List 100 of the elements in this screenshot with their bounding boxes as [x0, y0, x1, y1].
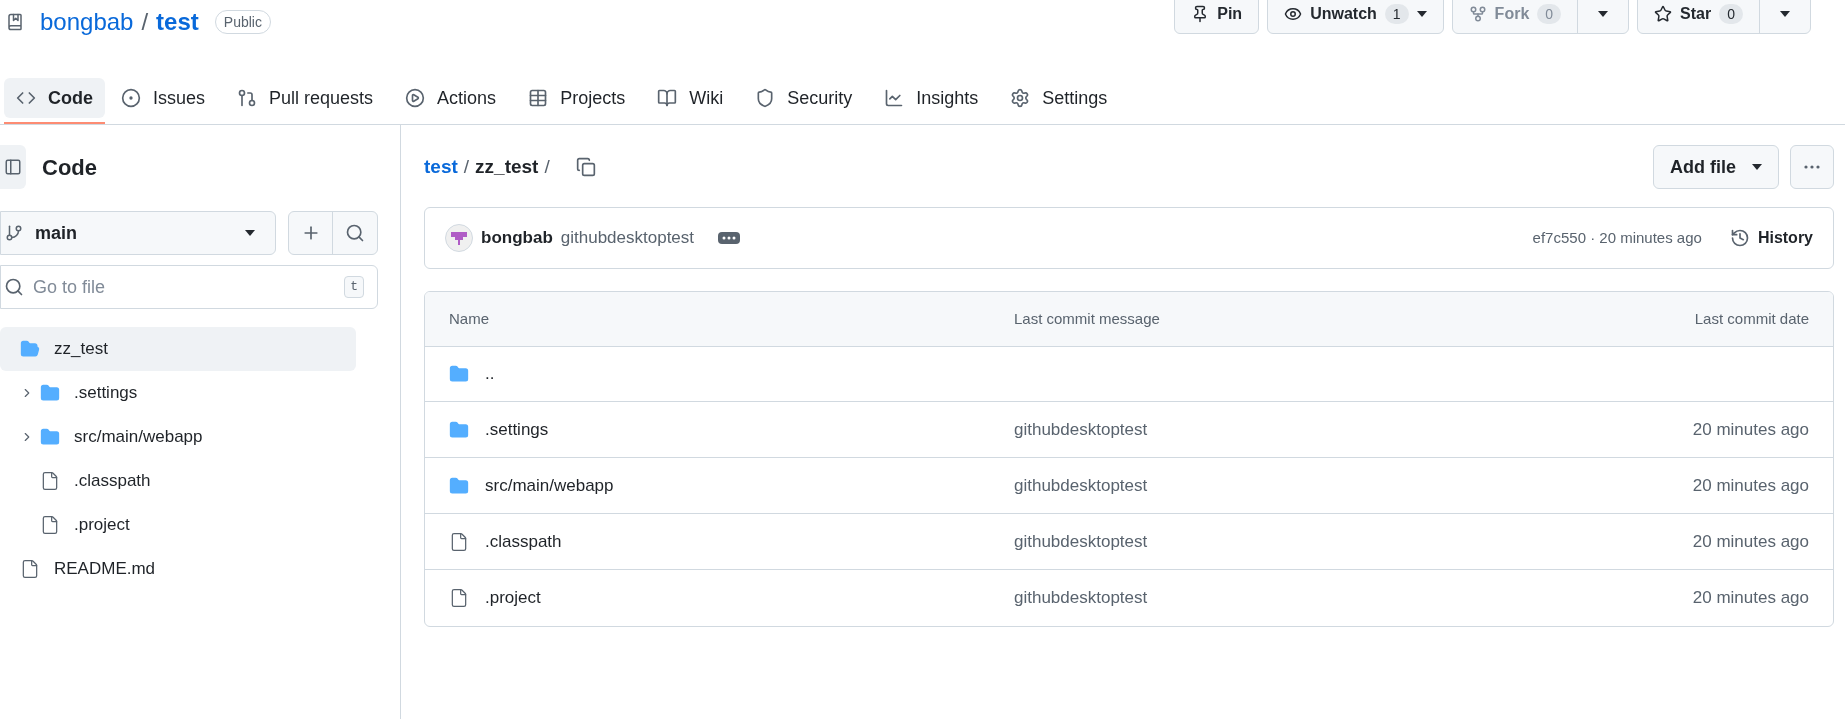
repo-tab[interactable]: Wiki: [641, 74, 740, 124]
folder-icon: [449, 475, 469, 496]
search-icon: [345, 223, 365, 243]
commit-date: 20 minutes ago: [1692, 418, 1809, 441]
ellipsis-icon: [1804, 165, 1820, 169]
repo-tab[interactable]: Security: [739, 74, 869, 124]
repo-tab[interactable]: Projects: [512, 74, 642, 124]
branch-name: main: [35, 221, 77, 245]
tab-label: Actions: [437, 86, 497, 110]
breadcrumb-current: zz_test: [475, 154, 539, 179]
counter: 1: [1384, 4, 1409, 24]
branch-select[interactable]: main: [0, 211, 276, 255]
tab-label: Code: [48, 86, 93, 110]
file-icon: [20, 559, 40, 579]
parent-directory-link[interactable]: ..: [485, 361, 495, 387]
counter: 0: [1537, 4, 1562, 24]
shield-icon: [755, 88, 776, 108]
breadcrumb-link[interactable]: test: [424, 152, 458, 182]
tab-label: Projects: [560, 86, 626, 110]
column-header: Last commit date: [1694, 308, 1809, 329]
file-name: .settings: [74, 382, 138, 405]
history-icon: [1729, 228, 1750, 248]
panel-icon: [4, 158, 22, 176]
repo-action-button[interactable]: Pin: [1174, 0, 1260, 34]
caret-icon: [1780, 11, 1790, 17]
file-tree-item[interactable]: .classpath: [0, 459, 356, 503]
repo-tab[interactable]: Settings: [994, 74, 1124, 124]
repo-tab[interactable]: Issues: [105, 74, 222, 124]
tab-label: Security: [787, 86, 853, 110]
tab-label: Insights: [916, 86, 979, 110]
fork-icon: [1468, 5, 1487, 23]
tab-label: Settings: [1042, 86, 1108, 110]
file-icon: [449, 588, 469, 608]
repo-tab[interactable]: Pull requests: [221, 74, 390, 124]
repo-tab[interactable]: Insights: [868, 74, 995, 124]
collapse-sidebar-button[interactable]: [0, 145, 26, 189]
folder-icon: [40, 427, 60, 447]
repo-owner-link[interactable]: bongbab: [40, 4, 134, 40]
file-tree-item[interactable]: .settings: [0, 371, 356, 415]
commit-message-link[interactable]: githubdesktoptest: [1014, 416, 1693, 443]
commit-message-link[interactable]: githubdesktoptest: [1014, 528, 1693, 555]
caret-icon: [245, 230, 255, 236]
table-icon: [528, 88, 549, 108]
play-icon: [405, 88, 426, 108]
caret-icon: [1416, 11, 1427, 17]
expand-commit-button[interactable]: [718, 232, 741, 244]
circle-dot-icon: [121, 88, 141, 108]
commit-message-link[interactable]: githubdesktoptest: [1014, 585, 1693, 611]
sidebar-title: Code: [42, 153, 97, 182]
commit-message-link[interactable]: githubdesktoptest: [1014, 472, 1693, 499]
column-header: Name: [449, 308, 490, 329]
commit-date: 20 minutes ago: [1692, 530, 1809, 553]
file-tree-item[interactable]: .project: [0, 503, 356, 547]
column-header: Last commit message: [1014, 308, 1161, 329]
commit-author[interactable]: bongbab: [481, 225, 553, 251]
tab-label: Pull requests: [269, 86, 374, 110]
path-separator: /: [463, 154, 470, 179]
file-icon: [40, 471, 60, 491]
file-name: README.md: [54, 558, 156, 581]
file-icon: [449, 531, 469, 552]
star-icon: [1654, 5, 1673, 23]
book-icon: [657, 88, 678, 108]
file-name: zz_test: [54, 338, 108, 361]
eye-icon: [1284, 5, 1303, 23]
history-link[interactable]: History: [1729, 226, 1813, 250]
file-name-link[interactable]: src/main/webapp: [485, 472, 614, 499]
commit-hash-time: ef7c550 · 20 minutes ago: [1532, 227, 1702, 248]
file-name-link[interactable]: .classpath: [485, 528, 562, 555]
action-label: Fork: [1494, 4, 1530, 24]
folder-icon: [449, 419, 469, 440]
repo-action-button[interactable]: Unwatch 1: [1267, 0, 1444, 34]
file-icon: [40, 515, 60, 535]
file-tree-item[interactable]: zz_test: [0, 327, 356, 371]
repo-icon: [6, 13, 24, 31]
repo-action-button[interactable]: Star 0: [1637, 0, 1811, 34]
caret-icon: [1752, 164, 1762, 170]
file-tree-item[interactable]: src/main/webapp: [0, 415, 356, 459]
file-name-link[interactable]: .project: [485, 585, 541, 611]
folder-icon: [449, 364, 469, 384]
action-label: Unwatch: [1310, 4, 1377, 24]
add-file-button[interactable]: Add file: [1653, 145, 1779, 189]
pull-request-icon: [237, 88, 258, 108]
file-name-link[interactable]: .settings: [485, 416, 549, 443]
caret-icon: [1598, 11, 1609, 17]
dots-icon: [722, 236, 737, 240]
tab-label: Issues: [153, 86, 206, 110]
search-icon: [4, 277, 24, 297]
path-separator: /: [544, 154, 550, 179]
action-label: Pin: [1217, 4, 1243, 24]
settings-icon: [1010, 88, 1031, 108]
repo-tab[interactable]: Actions: [389, 74, 513, 124]
file-tree-item[interactable]: README.md: [0, 547, 356, 591]
commit-message[interactable]: githubdesktoptest: [560, 225, 695, 251]
repo-name-link[interactable]: test: [156, 4, 199, 40]
copy-icon: [575, 157, 596, 177]
commit-date: 20 minutes ago: [1692, 587, 1809, 610]
folder-icon: [40, 383, 60, 403]
branch-icon: [5, 224, 23, 242]
avatar-icon: [445, 224, 473, 252]
history-label: History: [1757, 228, 1813, 248]
